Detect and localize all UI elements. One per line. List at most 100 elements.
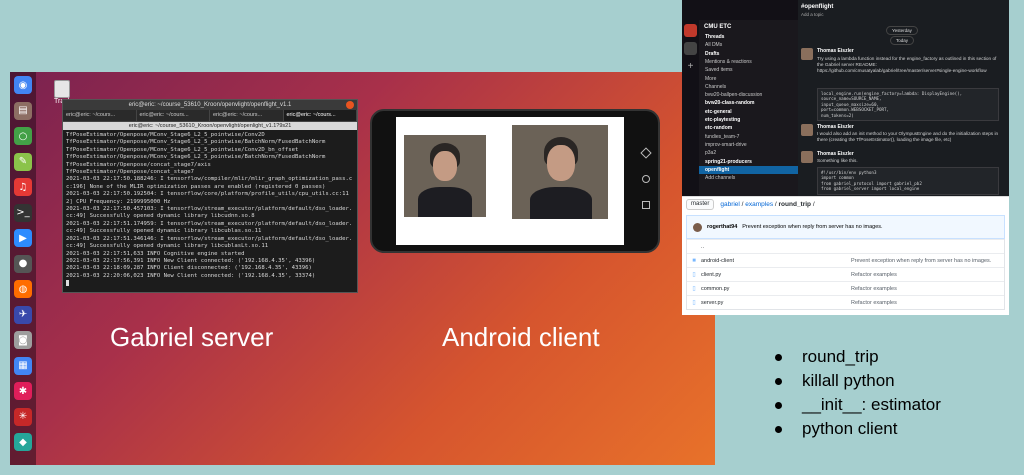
- add-workspace-icon[interactable]: +: [684, 60, 697, 73]
- app-icon[interactable]: ✈: [14, 305, 32, 324]
- breadcrumb: gabriel / examples / round_trip /: [720, 200, 815, 208]
- terminal-output[interactable]: TfPoseEstimator/Openpose/MConv_Stage6_L2…: [63, 130, 357, 292]
- spider-icon[interactable]: ✳: [14, 407, 32, 426]
- file-commit-message[interactable]: Refactor examples: [851, 286, 897, 292]
- gedit-icon[interactable]: ✎: [14, 152, 32, 171]
- workspace-icon-cmu[interactable]: [684, 24, 697, 37]
- file-name[interactable]: android-client: [701, 258, 851, 264]
- sidebar-item[interactable]: Saved items: [705, 67, 733, 73]
- file-commit-message[interactable]: Refactor examples: [851, 272, 897, 278]
- date-divider[interactable]: Today: [890, 36, 915, 45]
- sidebar-item[interactable]: spring21-producers: [705, 159, 752, 165]
- breadcrumb-slash: /: [812, 200, 815, 208]
- message-author[interactable]: Thomas Eiszler: [817, 124, 854, 130]
- chrome-icon[interactable]: ◉: [14, 76, 32, 94]
- home-button-icon[interactable]: [642, 175, 650, 183]
- terminal-line: 2021-03-03 22:17:50.192504: I tensorflow…: [66, 191, 349, 205]
- firefox-icon[interactable]: ◍: [14, 280, 32, 298]
- sidebar-item[interactable]: Threads: [705, 34, 724, 40]
- terminal-tab-active[interactable]: eric@eric: ~/cours...: [283, 110, 357, 121]
- file-name[interactable]: common.py: [701, 286, 851, 292]
- file-row[interactable]: ▯ common.py Refactor examples: [687, 281, 1004, 295]
- branch-selector[interactable]: master: [686, 198, 715, 210]
- back-button-icon[interactable]: [640, 147, 652, 159]
- sidebar-item[interactable]: etc-general: [705, 109, 732, 115]
- terminal-tab[interactable]: eric@eric: ~/cours...: [63, 110, 137, 121]
- files-icon[interactable]: ▤: [14, 101, 32, 120]
- file-row[interactable]: ▯ server.py Refactor examples: [687, 295, 1004, 309]
- breadcrumb-current: round_trip: [778, 200, 812, 208]
- bullet-text: killall python: [802, 371, 895, 390]
- sidebar-item[interactable]: Drafts: [705, 51, 719, 57]
- notes-list: round_tripkillall python __init__: estima…: [775, 345, 941, 441]
- file-name[interactable]: ..: [701, 244, 851, 250]
- commit-message[interactable]: Prevent exception when reply from server…: [742, 224, 882, 230]
- terminal-titlebar[interactable]: eric@eric: ~/course_53610_Kroon/openvlig…: [63, 100, 357, 110]
- recents-button-icon[interactable]: [642, 201, 650, 209]
- camera-icon[interactable]: ◙: [14, 331, 32, 349]
- terminal-tab[interactable]: eric@eric: ~/cours...: [210, 110, 284, 121]
- terminal-path: eric@eric: ~/course_53610_Kroon/openvlig…: [63, 122, 357, 130]
- sidebar-item[interactable]: openflight: [705, 167, 729, 173]
- zoom-icon[interactable]: ▶: [14, 229, 32, 247]
- avatar[interactable]: [801, 151, 813, 163]
- bullet-icon: [775, 425, 782, 433]
- breadcrumb-repo[interactable]: gabriel: [720, 201, 740, 208]
- sidebar-item[interactable]: More: [705, 76, 716, 82]
- message-author[interactable]: Thomas Eiszler: [817, 48, 854, 54]
- terminal-tabs: eric@eric: ~/cours... eric@eric: ~/cours…: [63, 110, 357, 122]
- file-row[interactable]: ▯ client.py Refactor examples: [687, 267, 1004, 281]
- code-line: from gabriel_server import local_engine: [821, 186, 920, 192]
- slack-icon[interactable]: ✱: [14, 382, 32, 400]
- sidebar-item[interactable]: bvw20-ballpen-discussion: [705, 92, 762, 98]
- android-studio-icon[interactable]: ◆: [14, 433, 32, 451]
- file-name[interactable]: client.py: [701, 272, 851, 278]
- sidebar-item[interactable]: Add channels: [705, 175, 735, 181]
- trash-icon[interactable]: [54, 80, 70, 98]
- sidebar-item[interactable]: etc-playtesting: [705, 117, 740, 123]
- terminal-tab[interactable]: eric@eric: ~/cours...: [137, 110, 210, 121]
- sidebar-item[interactable]: p3a2: [705, 150, 716, 156]
- bullet-item: __init__: estimator: [775, 393, 941, 417]
- workspace-icon-ep[interactable]: [684, 42, 697, 55]
- channel-name[interactable]: #openflight: [801, 4, 833, 10]
- sidebar-item[interactable]: fundies_team-7: [705, 134, 739, 140]
- commit-author[interactable]: rogerthat94: [707, 224, 737, 230]
- terminal-line: 2021-03-03 22:17:51.346146: I tensorflow…: [66, 235, 353, 250]
- sidebar-item[interactable]: Mentions & reactions: [705, 59, 752, 65]
- obs-icon[interactable]: ●: [14, 254, 32, 273]
- terminal-window[interactable]: eric@eric: ~/course_53610_Kroon/openvlig…: [62, 99, 358, 293]
- terminal-title: eric@eric: ~/course_53610_Kroon/openvlig…: [128, 102, 292, 108]
- file-row[interactable]: ..: [687, 239, 1004, 253]
- docs-icon[interactable]: ▦: [14, 356, 32, 375]
- terminal-cursor: [66, 280, 69, 287]
- breadcrumb-examples[interactable]: examples: [745, 201, 773, 208]
- file-commit-message[interactable]: Prevent exception when reply from server…: [851, 258, 991, 264]
- file-name[interactable]: server.py: [701, 300, 851, 306]
- terminal-line: TfPoseEstimator/Openpose/MConv_Stage6_L2…: [66, 154, 326, 161]
- bullet-text: round_trip: [802, 347, 879, 366]
- date-divider[interactable]: Yesterday: [886, 26, 918, 35]
- file-commit-message[interactable]: Refactor examples: [851, 300, 897, 306]
- sidebar-item[interactable]: etc-random: [705, 125, 732, 131]
- sidebar-item[interactable]: Channels: [705, 84, 726, 90]
- sidebar-item[interactable]: bvw20-class-random: [705, 100, 754, 106]
- github-nav: master gabriel / examples / round_trip /: [682, 197, 1009, 211]
- message-author[interactable]: Thomas Eiszler: [817, 151, 854, 157]
- terminal-icon[interactable]: >_: [14, 203, 32, 222]
- channel-topic[interactable]: Add a topic: [801, 12, 824, 17]
- code-snippet: local_engine.run(engine_factory=lambda: …: [817, 88, 999, 122]
- avatar[interactable]: [801, 124, 813, 136]
- avatar[interactable]: [801, 48, 813, 60]
- message-text: Something like this.: [817, 158, 858, 163]
- sidebar-item[interactable]: improv-smart-drive: [705, 142, 747, 148]
- close-icon[interactable]: [346, 101, 354, 109]
- workspace-name[interactable]: CMU ETC: [704, 24, 731, 30]
- slack-sidebar: CMU ETC Threads All DMs Drafts Mentions & r…: [699, 20, 798, 196]
- spinner-icon[interactable]: ○: [14, 127, 32, 145]
- file-row[interactable]: ■ android-client Prevent exception when re…: [687, 253, 1004, 267]
- file-list: .. ■ android-client Prevent exception when …: [686, 239, 1005, 310]
- avatar[interactable]: [693, 222, 702, 232]
- sound-icon[interactable]: ♫: [14, 178, 32, 196]
- sidebar-item[interactable]: All DMs: [705, 42, 722, 48]
